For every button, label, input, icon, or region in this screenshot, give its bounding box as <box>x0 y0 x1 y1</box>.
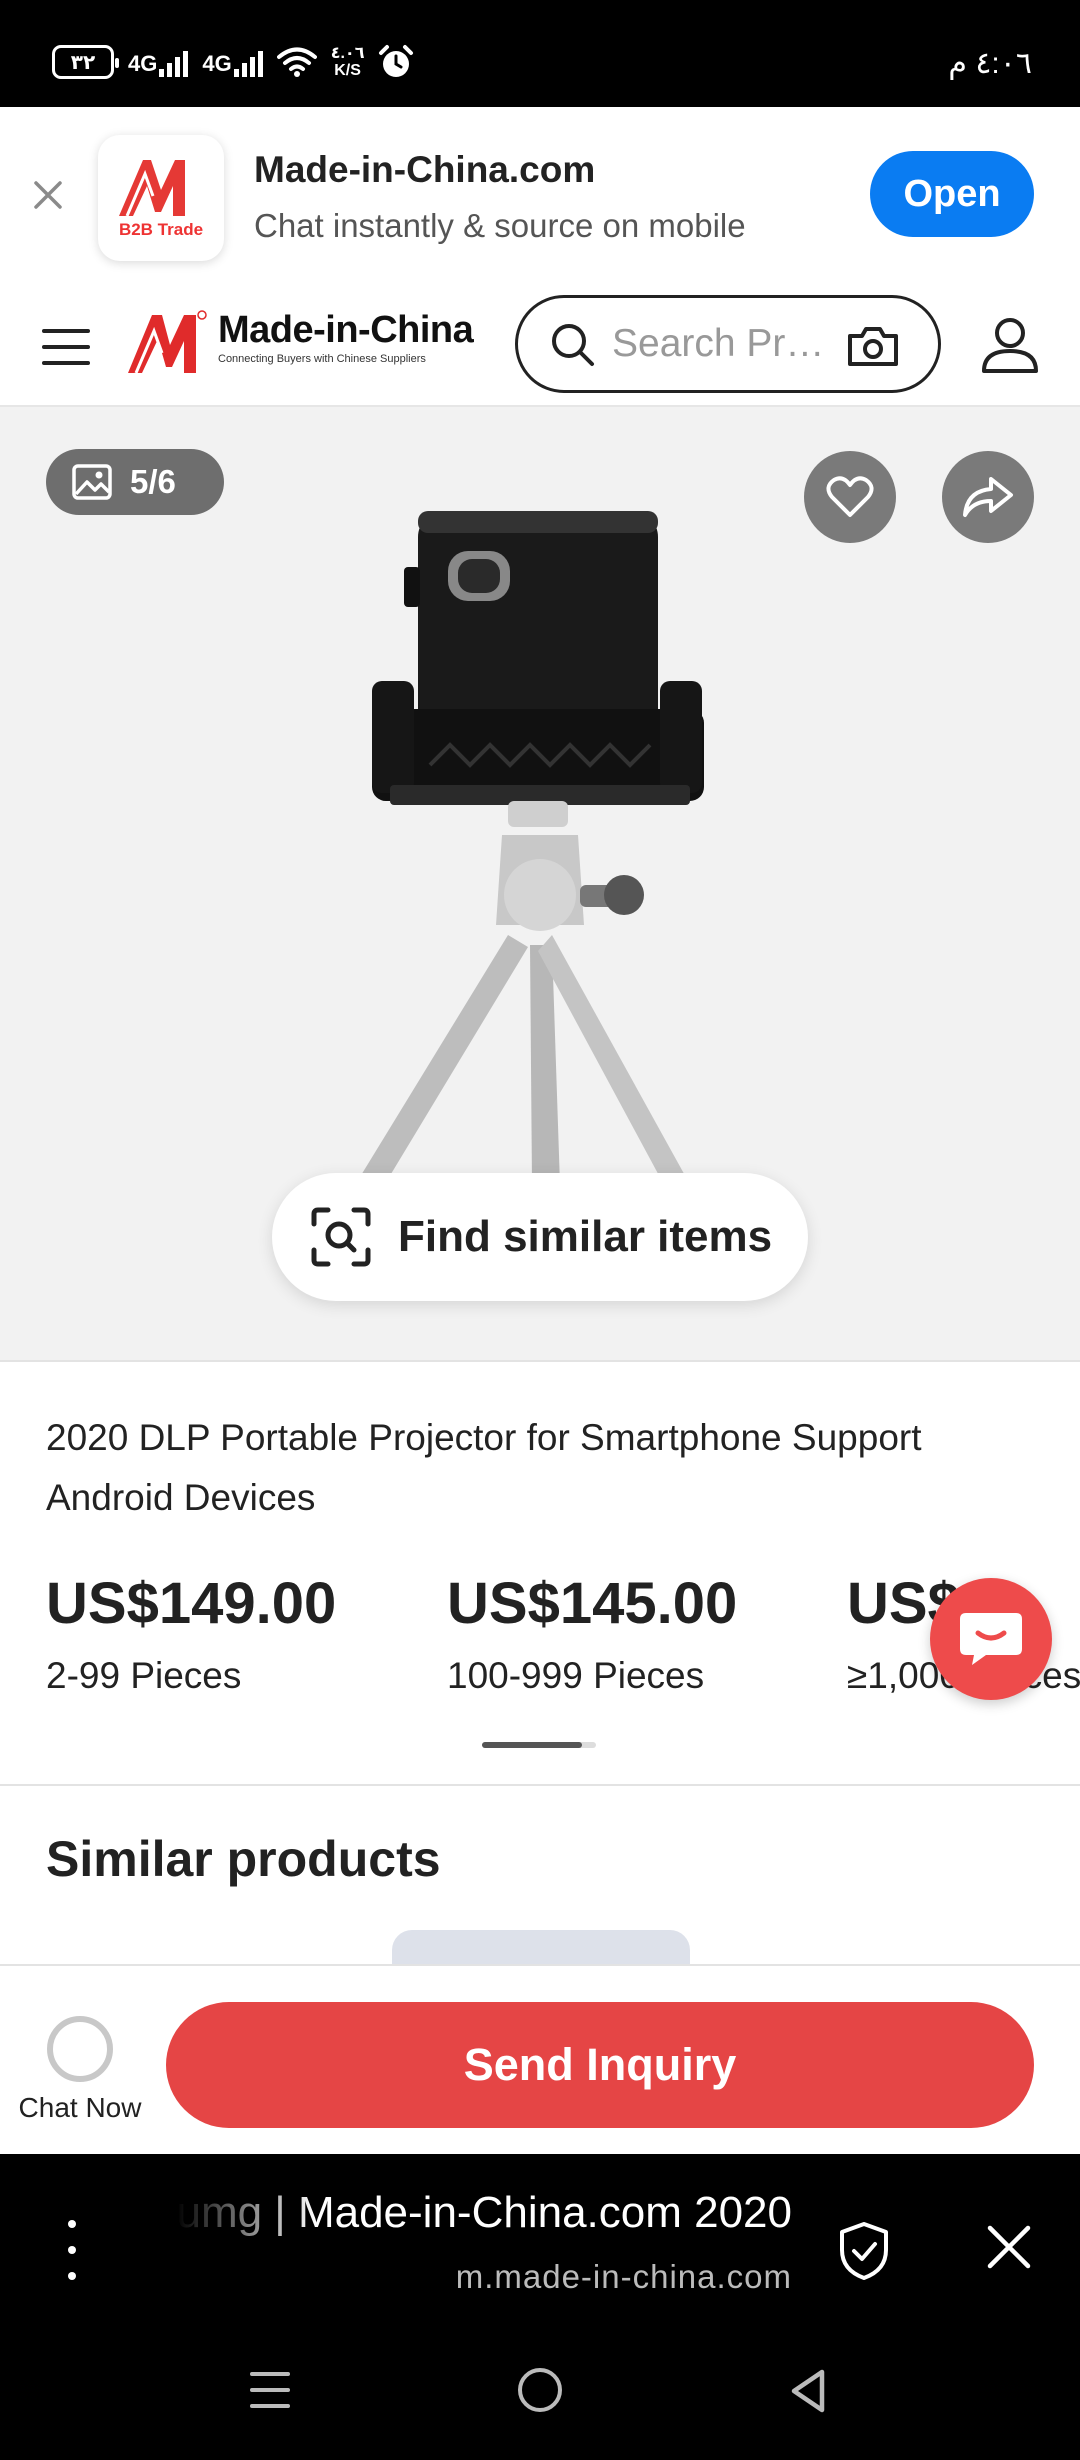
search-bar[interactable]: Search Products <box>515 295 941 393</box>
close-banner-icon[interactable] <box>30 177 66 213</box>
status-bar: ٣٢ 4G 4G ٤.٠٦ K/S ٤:٠٦ م <box>0 0 1080 107</box>
find-similar-button[interactable]: Find similar items <box>272 1173 808 1301</box>
divider <box>0 1360 1080 1362</box>
wifi-icon <box>276 47 317 77</box>
heart-icon <box>826 476 874 517</box>
price-tiers[interactable]: US$149.00 2-99 Pieces US$145.00 100-999 … <box>46 1570 1080 1720</box>
close-tab-icon[interactable] <box>984 2222 1034 2272</box>
banner-title: Made-in-China.com <box>254 149 596 190</box>
page-url[interactable]: m.made-in-china.com <box>456 2258 792 2296</box>
alarm-icon <box>379 45 414 77</box>
chat-bubble-icon <box>960 1613 1022 1665</box>
home-icon[interactable] <box>518 2368 562 2412</box>
status-icons: ٣٢ 4G 4G ٤.٠٦ K/S <box>52 44 414 80</box>
image-counter-text: 5/6 <box>130 463 176 500</box>
logo-name: Made-in-China <box>218 309 474 351</box>
favorite-button[interactable] <box>804 451 896 543</box>
speed-unit: K/S <box>334 62 361 79</box>
price-quantity: 2-99 Pieces <box>46 1655 242 1696</box>
battery-icon: ٣٢ <box>52 45 119 79</box>
price-quantity: 100-999 Pieces <box>447 1655 705 1696</box>
network-type-2: 4G <box>202 51 232 76</box>
network-speed: ٤.٠٦ K/S <box>331 45 365 79</box>
open-app-button[interactable]: Open <box>870 151 1034 237</box>
price-amount: US$145.00 <box>447 1571 738 1636</box>
app-icon: B2B Trade <box>98 135 224 261</box>
product-image[interactable] <box>240 495 840 1195</box>
menu-icon[interactable] <box>42 329 90 365</box>
floating-chat-button[interactable] <box>930 1578 1052 1700</box>
signal-icon: 4G <box>128 47 189 77</box>
similar-products-title: Similar products <box>46 1831 441 1887</box>
camera-search-icon[interactable] <box>846 324 900 368</box>
back-icon[interactable] <box>786 2366 830 2416</box>
send-inquiry-button[interactable]: Send Inquiry <box>166 2002 1034 2128</box>
made-in-china-m-icon <box>128 310 207 374</box>
price-scroll-indicator <box>482 1742 596 1748</box>
chat-now-icon <box>47 2016 113 2082</box>
clock: ٤:٠٦ م <box>948 47 1032 80</box>
image-counter: 5/6 <box>46 449 224 515</box>
made-in-china-logo-icon <box>119 160 185 217</box>
image-search-icon <box>311 1207 371 1267</box>
system-navigation-bar <box>0 2340 1080 2460</box>
recent-apps-icon[interactable] <box>250 2372 290 2408</box>
gallery-icon <box>72 464 112 500</box>
find-similar-label: Find similar items <box>398 1212 773 1261</box>
chat-now-label: Chat Now <box>18 2092 142 2123</box>
price-tier: US$149.00 2-99 Pieces <box>46 1570 336 1697</box>
battery-level: ٣٢ <box>70 51 96 74</box>
search-input[interactable]: Search Products <box>612 322 832 366</box>
more-options-icon[interactable] <box>60 2220 84 2280</box>
banner-subtitle: Chat instantly & source on mobile <box>254 207 746 244</box>
search-icon <box>552 324 594 366</box>
security-shield-icon[interactable] <box>836 2220 892 2282</box>
share-arrow-icon <box>963 477 1013 517</box>
product-title: 2020 DLP Portable Projector for Smartpho… <box>46 1417 922 1518</box>
price-tier: US$145.00 100-999 Pieces <box>447 1570 737 1697</box>
site-logo[interactable]: Made-in-China Connecting Buyers with Chi… <box>126 309 474 375</box>
user-account-icon[interactable] <box>980 315 1040 375</box>
app-icon-label: B2B Trade <box>118 220 204 239</box>
chat-now-button[interactable]: Chat Now <box>16 2016 144 2124</box>
app-install-banner: B2B Trade Made-in-China.com Chat instant… <box>0 107 1080 285</box>
network-type: 4G <box>128 51 158 76</box>
page-title-container: umg | Made-in-China.com 2020 <box>170 2188 792 2244</box>
inquiry-action-bar: Chat Now Send Inquiry <box>0 1964 1080 2154</box>
price-amount: US$149.00 <box>46 1571 337 1636</box>
signal-icon-2: 4G <box>202 47 263 77</box>
page-title: umg | Made-in-China.com 2020 <box>176 2188 792 2237</box>
product-gallery[interactable]: 5/6 Find similar items <box>0 407 1080 1360</box>
site-header: Made-in-China Connecting Buyers with Chi… <box>0 285 1080 407</box>
speed-value: ٤.٠٦ <box>330 45 365 62</box>
divider <box>0 1784 1080 1786</box>
share-button[interactable] <box>942 451 1034 543</box>
logo-tagline: Connecting Buyers with Chinese Suppliers <box>218 353 426 365</box>
